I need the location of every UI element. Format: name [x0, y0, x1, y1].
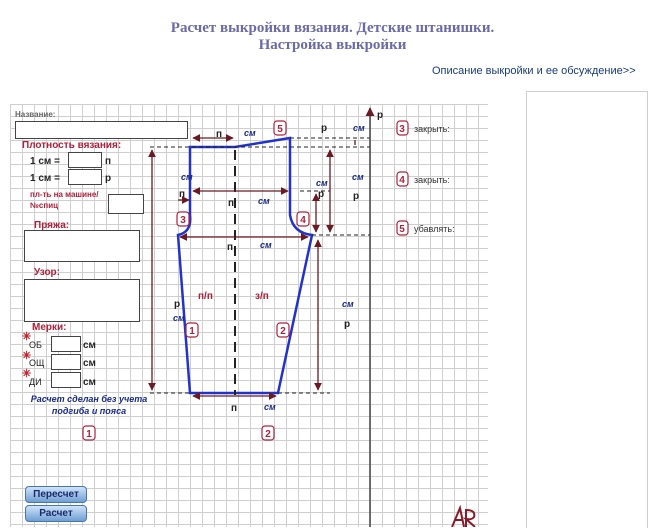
- svg-text:см: см: [316, 178, 328, 188]
- svg-text:см: см: [353, 123, 365, 133]
- instruction-close-3: закрыть:: [414, 124, 450, 134]
- svg-text:см: см: [244, 128, 256, 138]
- svg-text:5: 5: [277, 124, 283, 135]
- svg-text:4: 4: [300, 215, 306, 226]
- svg-text:р: р: [353, 191, 359, 202]
- badge-3: 3: [176, 211, 190, 227]
- svg-text:5: 5: [399, 224, 405, 235]
- svg-text:з/п: з/п: [255, 291, 269, 302]
- instruction-close-4: закрыть:: [414, 175, 450, 185]
- svg-text:п/п: п/п: [198, 291, 213, 302]
- badge-1: 1: [185, 322, 199, 338]
- svg-text:см: см: [173, 313, 185, 323]
- svg-text:2: 2: [265, 429, 271, 440]
- svg-text:3: 3: [180, 215, 186, 226]
- badge-5: 5: [273, 120, 287, 136]
- svg-text:п: п: [231, 403, 237, 414]
- svg-text:см: см: [342, 299, 354, 309]
- pattern-diagram: 5 3 4 1 2 1 2 п р р п п п р р р р п см с…: [82, 107, 476, 527]
- svg-text:р: р: [174, 299, 180, 310]
- site-logo: [451, 504, 476, 527]
- svg-text:р: р: [344, 319, 350, 330]
- instruction-decrease-5: убавлять:: [414, 224, 455, 234]
- svg-text:3: 3: [399, 124, 405, 135]
- badge-2: 2: [276, 322, 290, 338]
- svg-text:р: р: [318, 189, 324, 200]
- svg-text:см: см: [264, 402, 276, 412]
- svg-text:п: п: [227, 242, 233, 253]
- instruction-badge-3: 3: [396, 120, 409, 136]
- svg-text:п: п: [179, 189, 185, 200]
- svg-text:2: 2: [280, 326, 286, 337]
- svg-text:см: см: [260, 240, 272, 250]
- svg-text:р: р: [321, 123, 327, 134]
- badge-left-1: 1: [82, 425, 96, 441]
- svg-text:п: п: [228, 198, 234, 209]
- pattern-outline: [176, 136, 314, 395]
- svg-text:р: р: [377, 110, 383, 121]
- svg-text:см: см: [181, 172, 193, 182]
- badge-left-2: 2: [261, 425, 275, 441]
- svg-text:п: п: [216, 129, 222, 140]
- svg-text:1: 1: [86, 429, 92, 440]
- svg-text:см: см: [258, 196, 270, 206]
- svg-text:см: см: [352, 172, 364, 182]
- instruction-badge-4: 4: [396, 171, 409, 187]
- svg-text:1: 1: [189, 326, 195, 337]
- svg-text:4: 4: [399, 175, 405, 186]
- badge-4: 4: [296, 211, 310, 227]
- instruction-badge-5: 5: [396, 220, 409, 236]
